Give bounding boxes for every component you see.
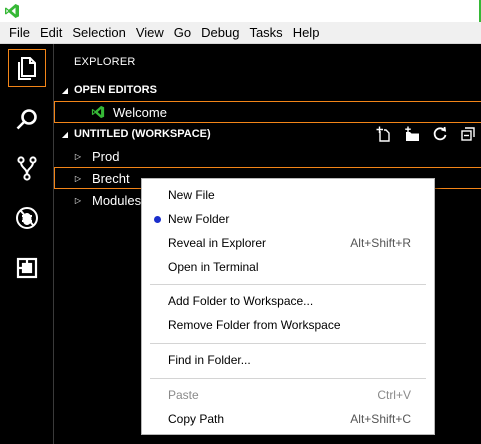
- search-icon: [16, 109, 37, 130]
- extensions-icon: [16, 257, 38, 279]
- menu-help[interactable]: Help: [288, 22, 325, 44]
- menu-view[interactable]: View: [131, 22, 169, 44]
- open-editors-label: OPEN EDITORS: [74, 84, 157, 96]
- selected-bullet-icon: [154, 215, 161, 223]
- open-editor-label: Welcome: [113, 104, 167, 120]
- menu-separator: [150, 343, 426, 344]
- menu-bar: File Edit Selection View Go Debug Tasks …: [0, 22, 481, 44]
- menu-item-open-in-terminal[interactable]: Open in Terminal: [142, 255, 434, 279]
- activity-debug[interactable]: [8, 199, 46, 237]
- workspace-header[interactable]: ◢ UNTITLED (WORKSPACE): [54, 123, 481, 145]
- vscode-icon: [5, 4, 19, 18]
- menu-selection[interactable]: Selection: [67, 22, 130, 44]
- tree-folder-prod[interactable]: ▷ Prod: [54, 145, 481, 167]
- activity-search[interactable]: [8, 101, 46, 139]
- open-editors-header[interactable]: ◢ OPEN EDITORS: [54, 79, 481, 101]
- shortcut-label: Alt+Shift+R: [350, 236, 411, 250]
- chevron-right-icon: ▷: [74, 173, 82, 183]
- explorer-icon: [18, 57, 36, 80]
- workspace-actions: [376, 123, 476, 145]
- open-editor-item-welcome[interactable]: Welcome: [54, 101, 481, 123]
- menu-separator: [150, 284, 426, 285]
- chevron-right-icon: ▷: [74, 195, 82, 205]
- menu-item-add-folder-to-workspace[interactable]: Add Folder to Workspace...: [142, 289, 434, 313]
- menu-item-copy-path[interactable]: Copy Path Alt+Shift+C: [142, 407, 434, 431]
- shortcut-label: Alt+Shift+C: [350, 412, 411, 426]
- activity-bar: [0, 44, 53, 444]
- menu-item-paste[interactable]: Paste Ctrl+V: [142, 383, 434, 407]
- menu-separator: [150, 378, 426, 379]
- collapse-all-icon[interactable]: [460, 126, 476, 142]
- refresh-icon[interactable]: [432, 126, 448, 142]
- shortcut-label: Ctrl+V: [377, 388, 411, 402]
- menu-debug[interactable]: Debug: [196, 22, 244, 44]
- menu-go[interactable]: Go: [169, 22, 196, 44]
- menu-item-find-in-folder[interactable]: Find in Folder...: [142, 348, 434, 372]
- sidebar-title: EXPLORER: [74, 56, 136, 68]
- menu-tasks[interactable]: Tasks: [244, 22, 287, 44]
- folder-label: Prod: [92, 148, 120, 164]
- activity-extensions[interactable]: [8, 249, 46, 287]
- workspace-label: UNTITLED (WORKSPACE): [74, 128, 211, 140]
- activity-explorer[interactable]: [8, 49, 46, 87]
- menu-edit[interactable]: Edit: [35, 22, 67, 44]
- activity-source-control[interactable]: [8, 149, 46, 187]
- folder-label: Brecht: [92, 170, 130, 186]
- chevron-down-icon: ◢: [61, 129, 69, 139]
- menu-file[interactable]: File: [4, 22, 35, 44]
- menu-item-new-file[interactable]: New File: [142, 183, 434, 207]
- chevron-right-icon: ▷: [74, 151, 82, 161]
- menu-item-reveal-in-explorer[interactable]: Reveal in Explorer Alt+Shift+R: [142, 231, 434, 255]
- new-file-icon[interactable]: [376, 126, 392, 142]
- chevron-down-icon: ◢: [61, 85, 69, 95]
- new-folder-icon[interactable]: [404, 126, 420, 142]
- menu-item-new-folder[interactable]: New Folder: [142, 207, 434, 231]
- context-menu: New File New Folder Reveal in Explorer A…: [141, 178, 435, 435]
- title-bar: [0, 0, 481, 22]
- vscode-icon: [91, 105, 105, 119]
- folder-label: Modules: [92, 192, 142, 208]
- menu-item-remove-folder-from-workspace[interactable]: Remove Folder from Workspace: [142, 313, 434, 337]
- source-control-icon: [17, 156, 37, 181]
- debug-icon: [16, 207, 38, 229]
